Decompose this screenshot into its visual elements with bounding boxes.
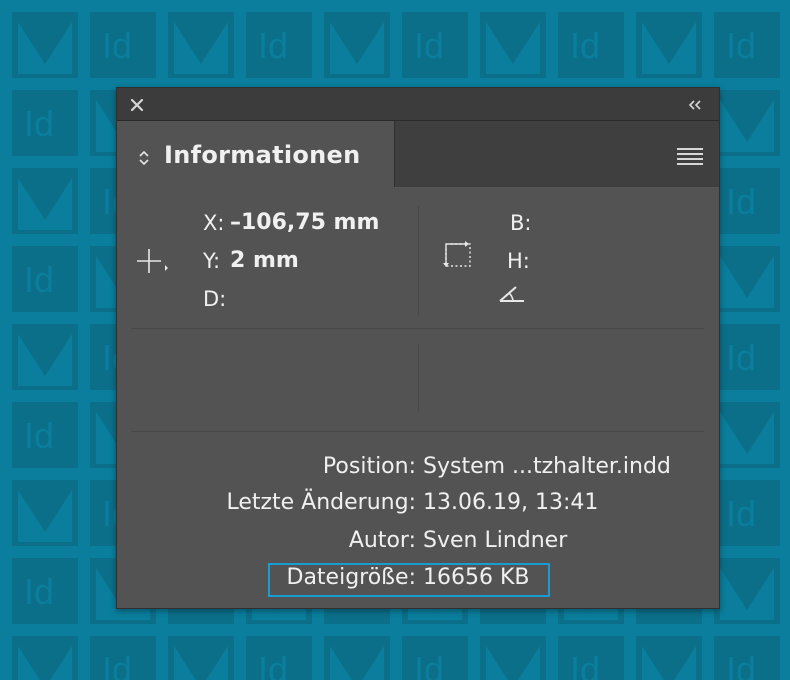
d-label: D:	[203, 287, 227, 311]
modified-label: Letzte Änderung:	[226, 490, 416, 515]
indesign-logo-icon: Id	[714, 480, 780, 546]
svg-text:Id: Id	[726, 25, 756, 66]
indesign-logo-icon: Id	[714, 636, 780, 680]
indesign-logo-icon	[168, 636, 234, 680]
indesign-logo-icon	[714, 246, 780, 312]
svg-text:Id: Id	[258, 649, 288, 680]
svg-text:Id: Id	[726, 493, 756, 534]
indesign-logo-icon: Id	[90, 12, 156, 78]
indesign-logo-icon: Id	[246, 636, 312, 680]
angle-icon	[499, 286, 524, 302]
tab-informationen[interactable]: Informationen	[117, 121, 395, 187]
hamburger-menu-icon[interactable]	[677, 146, 703, 166]
svg-text:Id: Id	[726, 649, 756, 680]
svg-text:Id: Id	[102, 649, 132, 680]
svg-text:Id: Id	[24, 571, 54, 612]
indesign-logo-icon: Id	[714, 12, 780, 78]
svg-text:Id: Id	[414, 649, 444, 680]
position-label: Position:	[322, 454, 416, 479]
b-label: B:	[510, 211, 532, 235]
indesign-logo-icon	[480, 12, 546, 78]
svg-text:Id: Id	[102, 25, 132, 66]
close-icon[interactable]	[130, 98, 144, 112]
size-label: Dateigröße:	[286, 565, 417, 590]
indesign-logo-icon	[636, 12, 702, 78]
indesign-logo-icon	[12, 324, 78, 390]
updown-chevron-icon[interactable]	[138, 149, 150, 167]
info-panel: Informationen X: –106,75 mm Y: 2 mm D: B…	[116, 87, 720, 609]
indesign-logo-icon: Id	[12, 90, 78, 156]
indesign-logo-icon: Id	[246, 12, 312, 78]
indesign-logo-icon	[714, 90, 780, 156]
indesign-logo-icon: Id	[402, 636, 468, 680]
h-label: H:	[507, 249, 530, 273]
y-label: Y:	[203, 249, 221, 273]
indesign-logo-icon	[324, 12, 390, 78]
author-value: Sven Lindner	[423, 528, 568, 553]
indesign-logo-icon	[12, 636, 78, 680]
svg-text:Id: Id	[726, 181, 756, 222]
x-label: X:	[203, 211, 225, 235]
crosshair-icon	[137, 249, 168, 273]
indesign-logo-icon: Id	[12, 558, 78, 624]
svg-text:Id: Id	[570, 649, 600, 680]
modified-value: 13.06.19, 13:41	[423, 490, 599, 515]
indesign-logo-icon	[324, 636, 390, 680]
author-label: Autor:	[348, 528, 416, 553]
panel-title: Informationen	[164, 141, 361, 169]
indesign-logo-icon: Id	[558, 12, 624, 78]
svg-text:Id: Id	[24, 103, 54, 144]
panel-tab-bar: Informationen	[117, 121, 719, 187]
indesign-logo-icon: Id	[12, 246, 78, 312]
divider	[131, 328, 704, 329]
x-value: –106,75 mm	[230, 210, 380, 235]
indesign-logo-icon: Id	[90, 636, 156, 680]
indesign-logo-icon	[480, 636, 546, 680]
indesign-logo-icon	[714, 402, 780, 468]
indesign-logo-icon	[168, 12, 234, 78]
divider	[418, 344, 419, 412]
indesign-logo-icon	[12, 480, 78, 546]
svg-text:Id: Id	[414, 25, 444, 66]
svg-text:Id: Id	[570, 25, 600, 66]
divider	[418, 206, 419, 316]
indesign-logo-icon: Id	[714, 324, 780, 390]
position-value: System ...tzhalter.indd	[423, 454, 671, 479]
indesign-logo-icon	[12, 168, 78, 234]
svg-text:Id: Id	[726, 337, 756, 378]
y-value: 2 mm	[230, 248, 299, 273]
indesign-logo-icon	[714, 558, 780, 624]
svg-text:Id: Id	[258, 25, 288, 66]
indesign-logo-icon: Id	[714, 168, 780, 234]
panel-titlebar[interactable]	[117, 88, 719, 121]
indesign-logo-icon: Id	[402, 12, 468, 78]
svg-text:Id: Id	[24, 259, 54, 300]
divider	[131, 431, 704, 432]
indesign-logo-icon	[12, 12, 78, 78]
size-value: 16656 KB	[423, 565, 530, 590]
indesign-logo-icon	[636, 636, 702, 680]
indesign-logo-icon: Id	[558, 636, 624, 680]
double-chevron-left-icon[interactable]	[687, 99, 703, 111]
bounding-box-icon	[443, 241, 471, 267]
svg-text:Id: Id	[24, 415, 54, 456]
indesign-logo-icon: Id	[12, 402, 78, 468]
